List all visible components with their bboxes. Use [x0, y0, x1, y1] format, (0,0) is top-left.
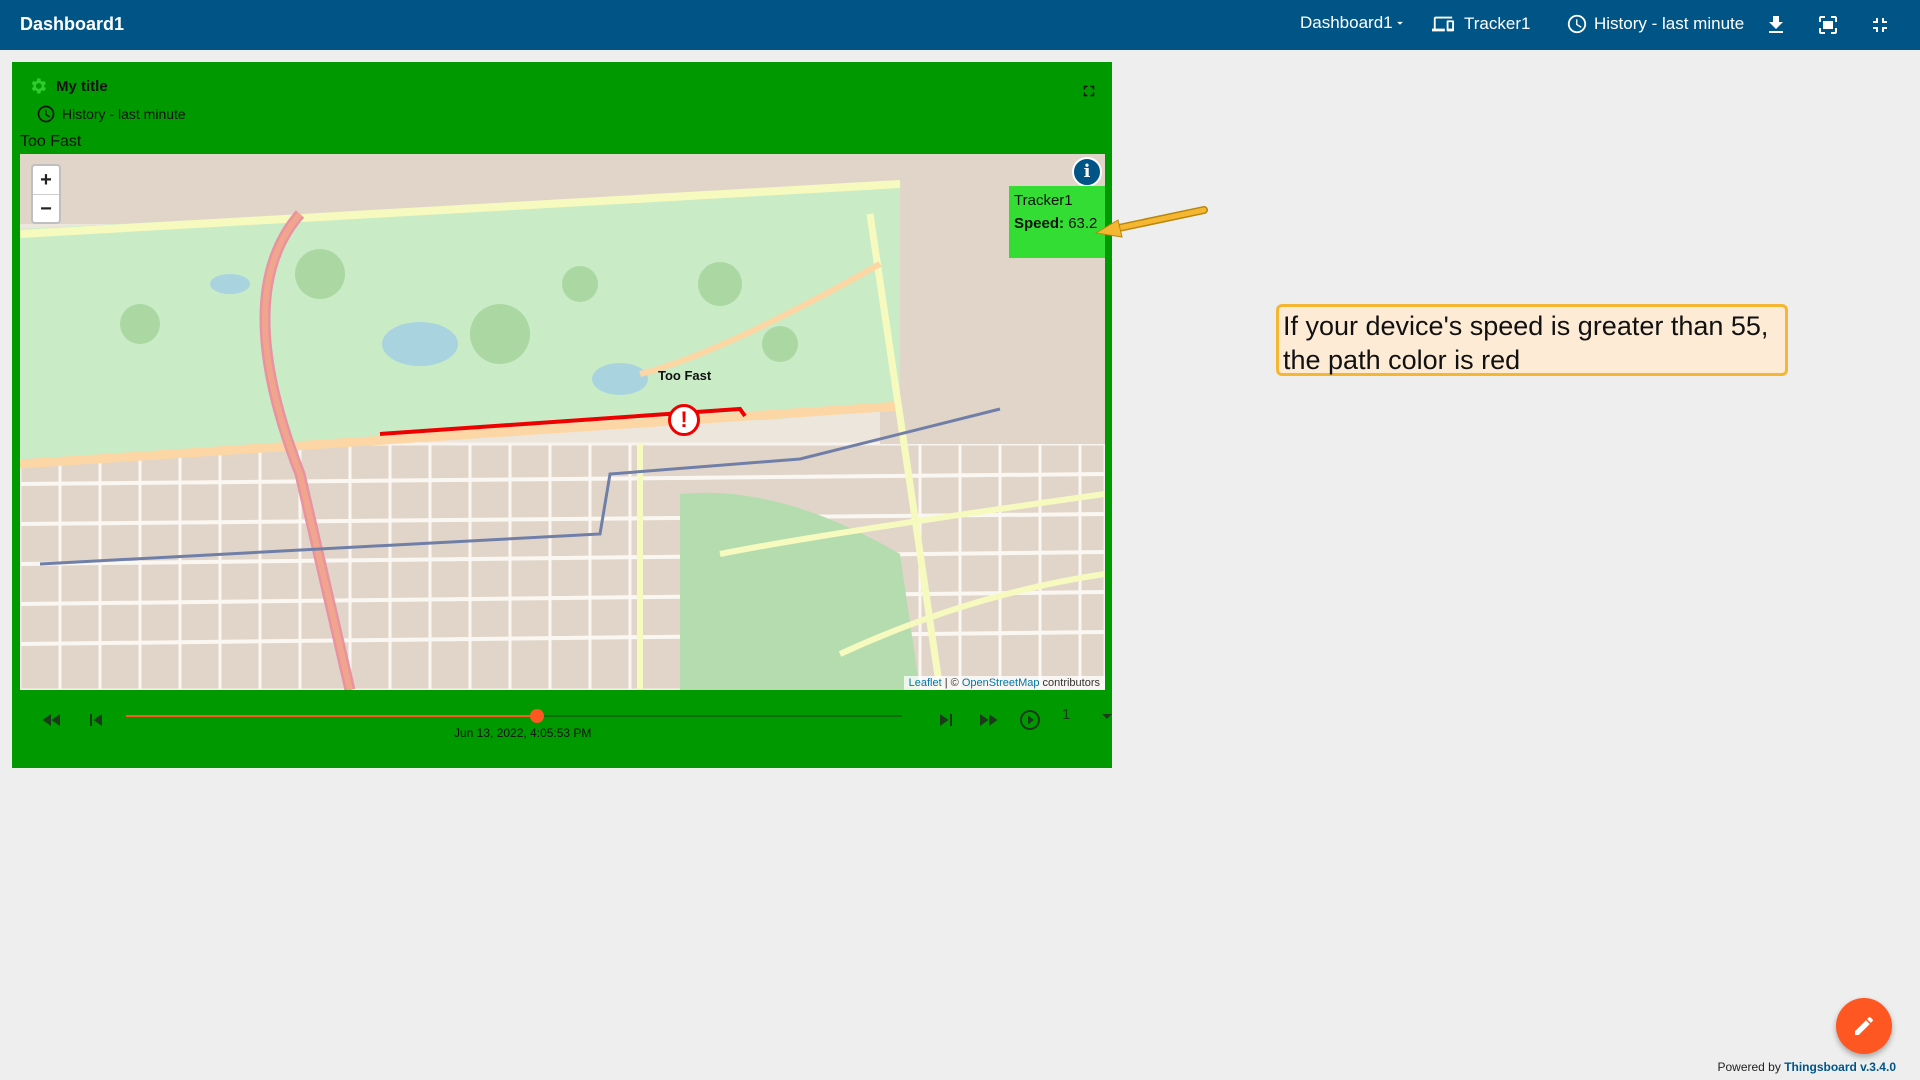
brand-link[interactable]: Thingsboard v.3.4.0: [1784, 1060, 1896, 1074]
annotation-callout: If your device's speed is greater than 5…: [1276, 304, 1788, 376]
speed-label: Speed:: [1014, 215, 1065, 232]
widget-timewindow-label: History - last minute: [62, 106, 186, 122]
playback-speed-select[interactable]: 1: [1062, 706, 1070, 723]
devices-icon: [1432, 16, 1454, 32]
tooltip-tracker-name: Tracker1: [1014, 192, 1073, 209]
leaflet-link[interactable]: Leaflet: [909, 677, 942, 689]
attribution-suffix: contributors: [1039, 677, 1100, 689]
entity-label: Tracker1: [1464, 14, 1531, 33]
zoom-control: + −: [31, 164, 61, 224]
clock-icon: [1567, 14, 1587, 34]
map-widget: My title History - last minute Too Fast: [12, 62, 1112, 768]
zoom-out-button[interactable]: −: [33, 194, 59, 222]
pencil-icon: [1855, 1016, 1873, 1035]
download-icon[interactable]: [1764, 13, 1788, 37]
dashboard-select[interactable]: Dashboard1: [1300, 13, 1407, 33]
zoom-in-button[interactable]: +: [33, 166, 59, 194]
caret-down-icon: [1396, 21, 1403, 25]
annotation-arrow: [1094, 206, 1208, 238]
widget-fullscreen-icon[interactable]: [1080, 82, 1098, 100]
tracker-tooltip: Tracker1 Speed: 63.2: [1009, 186, 1105, 258]
map-tiles: [20, 154, 1105, 690]
caret-down-icon[interactable]: [1102, 714, 1112, 719]
timewindow-button[interactable]: History - last minute: [1566, 13, 1744, 35]
path-label: Too Fast: [658, 368, 712, 383]
powered-by-text: Powered by: [1717, 1060, 1785, 1074]
timewindow-label: History - last minute: [1594, 14, 1745, 33]
clock-icon: [37, 105, 55, 123]
skip-next-icon[interactable]: [934, 708, 958, 732]
skip-previous-icon[interactable]: [84, 708, 108, 732]
timeline-thumb[interactable]: [530, 709, 545, 723]
top-toolbar: Dashboard1 Dashboard1 Tracker1 History -…: [0, 0, 1920, 50]
fullscreen-icon[interactable]: [1816, 13, 1840, 37]
speed-warning-marker[interactable]: !: [668, 404, 700, 436]
map-view[interactable]: Too Fast ! + − i Tracker1 Speed: 63.2 Le…: [20, 154, 1105, 690]
callout-line-2: the path color is red: [1283, 345, 1521, 375]
fast-forward-icon[interactable]: [976, 708, 1000, 732]
dashboard-select-label: Dashboard1: [1300, 13, 1393, 32]
edit-dashboard-button[interactable]: [1836, 998, 1892, 1054]
attribution-sep: | ©: [941, 677, 962, 689]
callout-line-1: If your device's speed is greater than 5…: [1283, 311, 1769, 341]
widget-title-text: My title: [56, 77, 108, 95]
info-icon[interactable]: i: [1072, 157, 1102, 187]
timeline-timestamp: Jun 13, 2022, 4:05:53 PM: [454, 726, 592, 740]
osm-link[interactable]: OpenStreetMap: [962, 677, 1040, 689]
timeline-slider[interactable]: [126, 709, 902, 723]
exit-fullscreen-icon[interactable]: [1868, 13, 1892, 37]
widget-timewindow[interactable]: History - last minute: [36, 104, 186, 124]
timeline-progress: [126, 715, 538, 717]
trip-player: Jun 13, 2022, 4:05:53 PM 1: [20, 698, 1112, 748]
map-attribution: Leaflet | © OpenStreetMap contributors: [903, 676, 1105, 690]
gear-icon: [31, 78, 46, 94]
widget-title: My title: [28, 76, 108, 96]
footer: Powered by Thingsboard v.3.4.0: [1717, 1060, 1896, 1074]
dashboard-title: Dashboard1: [20, 14, 125, 34]
entity-select[interactable]: Tracker1: [1432, 13, 1530, 35]
play-circle-icon[interactable]: [1018, 708, 1042, 732]
tooltip-speed: Speed: 63.2: [1014, 215, 1100, 232]
fast-rewind-icon[interactable]: [40, 708, 64, 732]
legend-label: Too Fast: [20, 133, 82, 150]
